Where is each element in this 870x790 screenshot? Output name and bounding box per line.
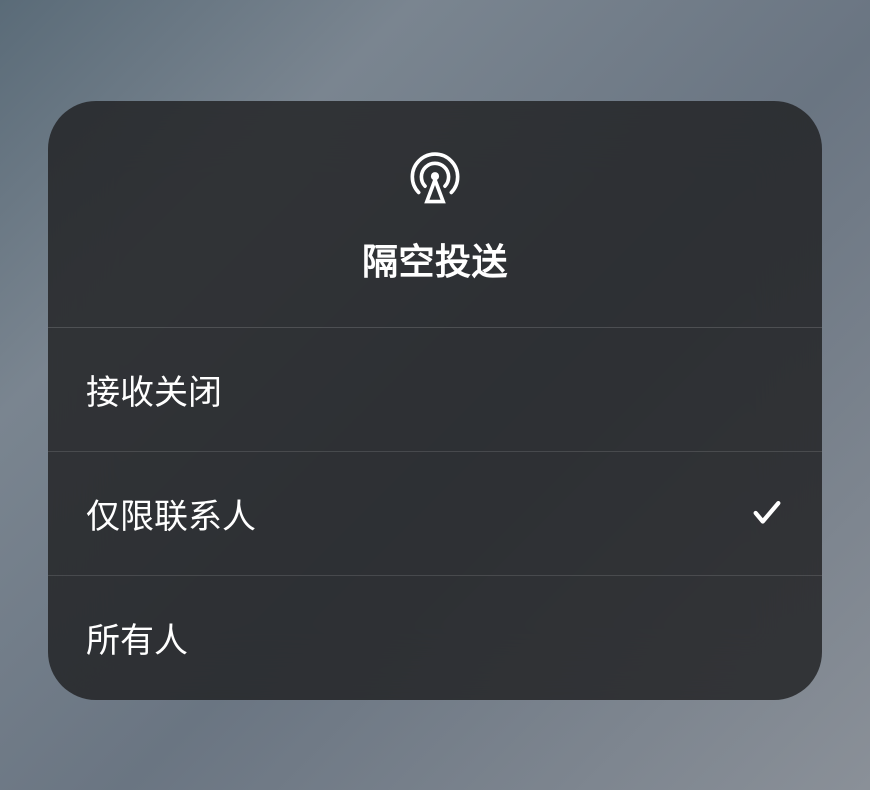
option-everyone[interactable]: 所有人 bbox=[48, 576, 822, 700]
airdrop-icon bbox=[406, 149, 464, 207]
option-label: 所有人 bbox=[86, 613, 188, 662]
panel-header: 隔空投送 bbox=[48, 101, 822, 328]
checkmark-icon bbox=[750, 496, 784, 530]
options-list: 接收关闭 仅限联系人 所有人 bbox=[48, 328, 822, 700]
panel-title: 隔空投送 bbox=[362, 233, 508, 285]
option-label: 接收关闭 bbox=[86, 365, 222, 414]
option-contacts-only[interactable]: 仅限联系人 bbox=[48, 452, 822, 576]
option-receiving-off[interactable]: 接收关闭 bbox=[48, 328, 822, 452]
option-label: 仅限联系人 bbox=[86, 489, 256, 538]
airdrop-panel: 隔空投送 接收关闭 仅限联系人 所有人 bbox=[48, 101, 822, 700]
